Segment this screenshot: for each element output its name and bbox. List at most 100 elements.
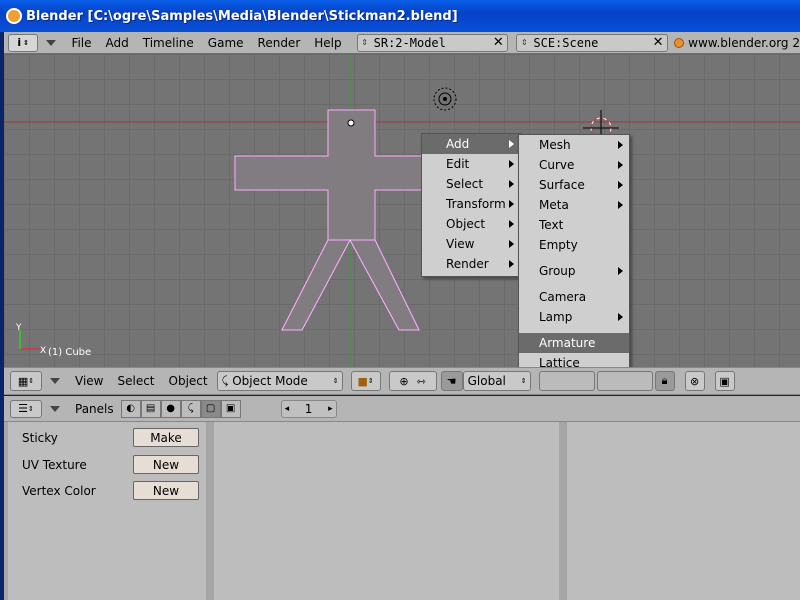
toolbox-item-render[interactable]: Render xyxy=(422,254,520,274)
toolbox-item-select[interactable]: Select xyxy=(422,174,520,194)
logic-context-icon[interactable]: ◐ xyxy=(120,399,141,418)
shading-context-icon[interactable]: ● xyxy=(160,399,181,418)
grid-icon: ▦ xyxy=(17,374,29,388)
panel-3 xyxy=(567,422,800,600)
viewport-scene: X Y xyxy=(4,54,800,367)
layer-buttons-1[interactable] xyxy=(538,371,595,391)
add-item-label: Surface xyxy=(539,178,585,192)
updown-arrows-icon: ⇕ xyxy=(28,377,35,385)
render-preview-button[interactable]: ▣ xyxy=(714,371,735,391)
blender-logo-icon xyxy=(6,8,22,24)
delete-screen-icon[interactable]: ✕ xyxy=(489,35,507,51)
buttons-editor-type[interactable]: ☰ ⇕ xyxy=(10,399,42,418)
object-context-icon[interactable]: ⤹ xyxy=(180,399,201,418)
menu-select[interactable]: Select xyxy=(117,374,154,388)
add-item-surface[interactable]: Surface xyxy=(519,175,629,195)
menu-add[interactable]: Add xyxy=(106,36,129,50)
draw-type-button[interactable]: ■ ⇕ xyxy=(350,371,381,391)
orientation-selector[interactable]: Global ⇕ xyxy=(462,371,531,391)
toolbox-item-object[interactable]: Object xyxy=(422,214,520,234)
editing-context-icon[interactable]: ▢ xyxy=(200,399,221,418)
updown-arrows-icon: ⇕ xyxy=(521,38,528,47)
add-item-label: Empty xyxy=(539,238,578,252)
menu-render[interactable]: Render xyxy=(258,36,301,50)
sticky-make-button[interactable]: Make xyxy=(133,428,199,447)
link-icon: ⊗ xyxy=(690,374,700,388)
menu-object[interactable]: Object xyxy=(169,374,208,388)
scene-context-icon[interactable]: ▣ xyxy=(220,399,241,418)
panels-menu[interactable]: Panels xyxy=(75,402,114,416)
submenu-arrow-icon xyxy=(509,260,514,268)
uv-texture-new-button[interactable]: New xyxy=(133,455,199,474)
window-title: Blender [C:\ogre\Samples\Media\Blender\S… xyxy=(26,8,458,24)
decrement-arrow-icon[interactable]: ◂ xyxy=(285,404,290,414)
lock-layers-button[interactable]: 🔒︎ xyxy=(654,371,675,391)
editor-type-button[interactable]: ▦ ⇕ xyxy=(10,371,42,391)
layer-buttons-2[interactable] xyxy=(596,371,653,391)
menu-game[interactable]: Game xyxy=(208,36,244,50)
add-item-lamp[interactable]: Lamp xyxy=(519,307,629,327)
script-context-icon[interactable]: ▤ xyxy=(140,399,161,418)
collapse-menu-triangle-icon[interactable] xyxy=(50,405,60,412)
scene-name[interactable]: SCE:Scene xyxy=(531,36,649,50)
buttons-header: ☰ ⇕ Panels ◐ ▤ ● ⤹ ▢ ▣ ◂ 1 ▸ xyxy=(4,396,800,422)
toolbox-item-view[interactable]: View xyxy=(422,234,520,254)
add-item-mesh[interactable]: Mesh xyxy=(519,135,629,155)
lock-icon: 🔒︎ xyxy=(661,374,668,387)
frame-number-field[interactable]: ◂ 1 ▸ xyxy=(280,399,337,418)
vertex-color-label: Vertex Color xyxy=(22,484,96,498)
submenu-arrow-icon xyxy=(618,201,623,209)
updown-arrows-icon: ⇕ xyxy=(28,404,34,413)
mode-selector[interactable]: ⤹ Object Mode ⇕ xyxy=(216,371,343,391)
window-type-button[interactable]: i ⇕ xyxy=(8,33,39,52)
add-item-group[interactable]: Group xyxy=(519,261,629,281)
pivot-icon: ⊕ xyxy=(399,374,409,388)
submenu-arrow-icon xyxy=(618,267,623,275)
submenu-arrow-icon xyxy=(509,220,514,228)
blender-ball-icon xyxy=(674,37,685,48)
gizmo-x-label: X xyxy=(40,346,46,356)
menu-timeline[interactable]: Timeline xyxy=(143,36,194,50)
add-item-label: Camera xyxy=(539,290,587,304)
link-view-button[interactable]: ⊗ xyxy=(684,371,705,391)
sticky-label: Sticky xyxy=(22,431,58,445)
delete-scene-icon[interactable]: ✕ xyxy=(649,35,667,51)
menu-view[interactable]: View xyxy=(75,374,103,388)
add-item-empty[interactable]: Empty xyxy=(519,235,629,255)
add-item-label: Meta xyxy=(539,198,569,212)
collapse-menu-triangle-icon[interactable] xyxy=(46,39,57,46)
window-titlebar[interactable]: Blender [C:\ogre\Samples\Media\Blender\S… xyxy=(0,0,800,32)
add-item-camera[interactable]: Camera xyxy=(519,287,629,307)
pivot-button[interactable]: ⊕ ⇿ xyxy=(388,371,437,391)
active-object-label: (1) Cube xyxy=(48,347,92,358)
blender-org-link[interactable]: www.blender.org 2 xyxy=(674,36,800,50)
toolbox-item-transform[interactable]: Transform xyxy=(422,194,520,214)
vertex-color-new-button[interactable]: New xyxy=(133,481,199,500)
menu-help[interactable]: Help xyxy=(314,36,341,50)
toolbox-item-edit[interactable]: Edit xyxy=(422,154,520,174)
add-item-meta[interactable]: Meta xyxy=(519,195,629,215)
add-item-armature[interactable]: Armature xyxy=(519,333,629,353)
submenu-arrow-icon xyxy=(618,161,623,169)
add-item-label: Curve xyxy=(539,158,575,172)
screen-selector[interactable]: ⇕ SR:2-Model ✕ xyxy=(356,33,509,52)
add-item-curve[interactable]: Curve xyxy=(519,155,629,175)
collapse-menu-triangle-icon[interactable] xyxy=(50,378,60,384)
menu-file[interactable]: File xyxy=(71,36,91,50)
add-item-label: Mesh xyxy=(539,138,571,152)
increment-arrow-icon[interactable]: ▸ xyxy=(328,404,333,414)
scene-selector[interactable]: ⇕ SCE:Scene ✕ xyxy=(516,33,669,52)
toolbox-item-label: Select xyxy=(446,177,484,191)
add-item-label: Text xyxy=(539,218,564,232)
gizmo-y-label: Y xyxy=(15,323,22,333)
updown-arrows-icon: ⇕ xyxy=(23,38,30,47)
manipulator-toggle[interactable]: ☚ xyxy=(440,371,463,391)
toolbox-item-add[interactable]: Add xyxy=(422,134,520,154)
screen-name[interactable]: SR:2-Model xyxy=(372,36,490,50)
add-item-label: Lamp xyxy=(539,310,573,324)
add-item-text[interactable]: Text xyxy=(519,215,629,235)
object-origin-icon[interactable] xyxy=(347,119,355,127)
uv-texture-label: UV Texture xyxy=(22,458,87,472)
3d-viewport[interactable]: X Y (1) Cube xyxy=(4,54,800,367)
toolbox-item-label: Transform xyxy=(446,197,506,211)
